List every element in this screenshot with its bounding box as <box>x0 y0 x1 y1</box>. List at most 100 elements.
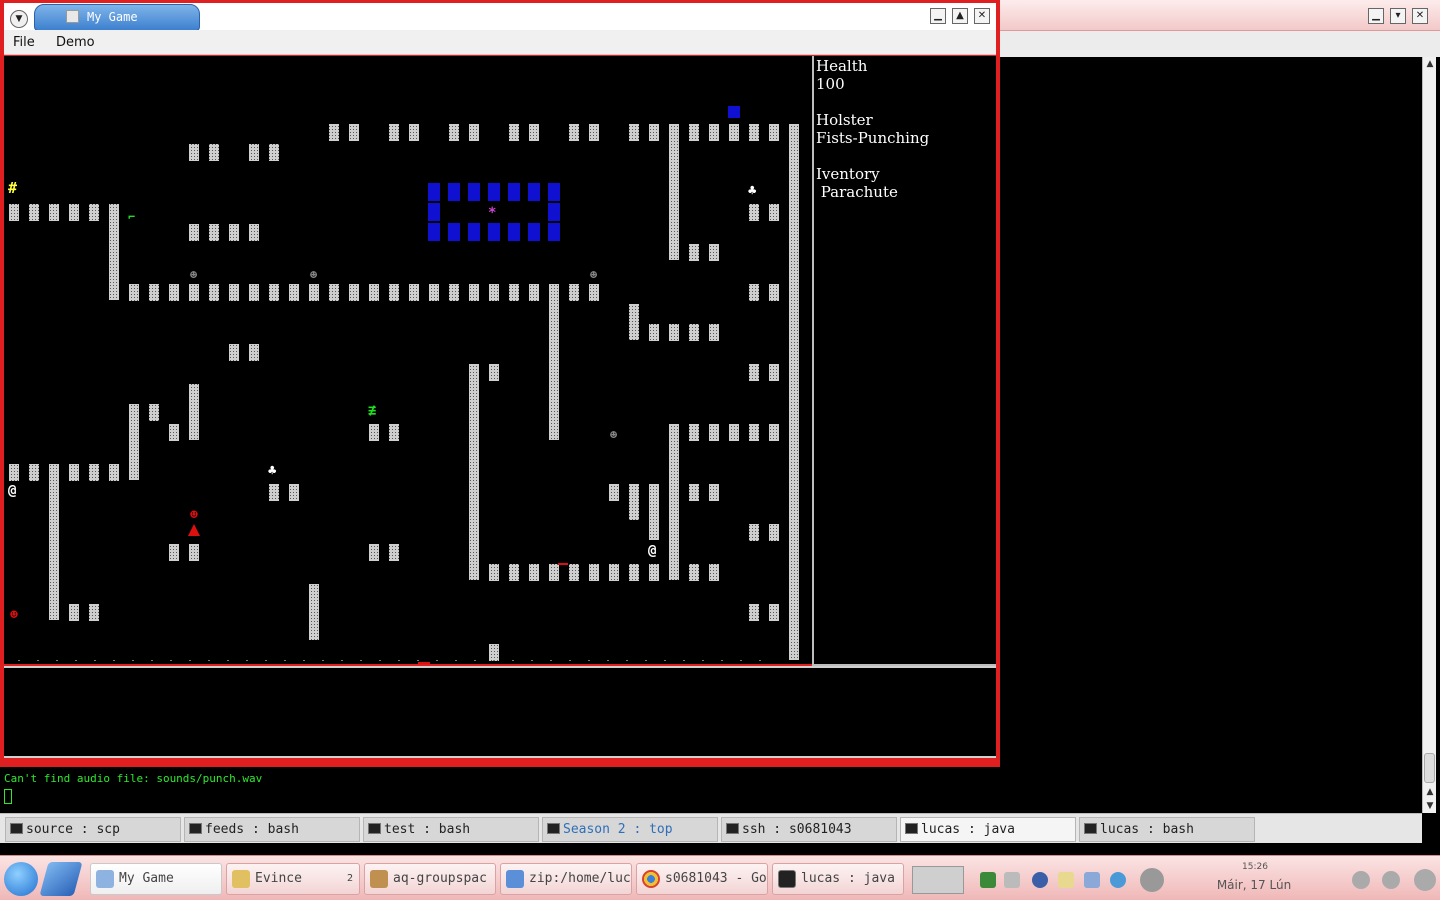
tab-lucas-bash[interactable]: lucas : bash <box>1079 817 1255 842</box>
wall-block <box>189 144 199 161</box>
player-glyph: @ <box>8 483 16 499</box>
inventory-item: Parachute <box>816 183 898 201</box>
health-label: Health <box>816 57 868 75</box>
task-label: lucas : java <box>801 871 895 886</box>
terminal-cursor <box>4 789 12 804</box>
holster-label: Holster <box>816 111 873 129</box>
wall-block <box>289 284 299 301</box>
play-icon[interactable] <box>1352 871 1370 889</box>
next-icon[interactable] <box>1382 871 1400 889</box>
wall-block <box>9 464 19 481</box>
scroll-down-icon[interactable]: ▼ <box>1423 799 1437 813</box>
document-viewer-icon <box>232 870 250 888</box>
task-lucas-java[interactable]: lucas : java <box>772 863 904 895</box>
floor-dot <box>208 660 210 661</box>
tab-feeds-bash[interactable]: feeds : bash <box>184 817 360 842</box>
wall-block <box>189 544 199 561</box>
wall-block <box>669 324 679 341</box>
window-menu-icon[interactable]: ▼ <box>10 10 28 28</box>
wall-block <box>149 284 159 301</box>
tab-label: lucas : bash <box>1100 822 1194 837</box>
java-app-icon <box>66 10 79 23</box>
wall-block <box>29 464 39 481</box>
scrollbar-thumb[interactable] <box>1424 753 1435 783</box>
wall-block <box>189 224 199 241</box>
menu-demo[interactable]: Demo <box>56 35 95 50</box>
network-icon[interactable] <box>1032 872 1048 888</box>
tab-test-bash[interactable]: test : bash <box>363 817 539 842</box>
task-zip-home[interactable]: zip:/home/luc <box>500 863 632 895</box>
wall-column <box>109 204 119 300</box>
task-browser[interactable]: s0681043 - Go <box>636 863 768 895</box>
wall-block <box>749 424 759 441</box>
info-icon[interactable] <box>1140 868 1164 892</box>
wall-block <box>609 484 619 501</box>
wall-block <box>589 284 599 301</box>
task-label: zip:/home/luc <box>529 871 631 886</box>
wall-block <box>709 564 719 581</box>
enemy-red-glyph: ☻ <box>190 508 198 523</box>
floor-dot <box>151 660 153 661</box>
game-maximize-button[interactable]: ▲ <box>952 8 968 24</box>
tray-app-icon[interactable] <box>980 872 996 888</box>
water-tile <box>468 183 480 201</box>
clipboard-icon[interactable] <box>1058 872 1074 888</box>
floor-dot <box>493 660 495 661</box>
notebook-icon[interactable] <box>39 862 83 896</box>
wall-block <box>249 224 259 241</box>
wall-block <box>769 204 779 221</box>
task-evince[interactable]: Evince 2 <box>226 863 360 895</box>
wall-block <box>389 124 399 141</box>
tab-source-scp[interactable]: source : scp <box>5 817 181 842</box>
wall-block <box>209 224 219 241</box>
water-tile <box>528 183 540 201</box>
tab-season-2-top[interactable]: Season 2 : top <box>542 817 718 842</box>
scroll-up-icon[interactable]: ▲ <box>1423 57 1437 71</box>
game-titlebar[interactable]: ▼ My Game ▁ ▲ ✕ <box>4 3 996 31</box>
task-my-game[interactable]: My Game <box>90 863 222 895</box>
wall-block <box>489 364 499 381</box>
floor-dot <box>132 660 134 661</box>
tab-lucas-java[interactable]: lucas : java <box>900 817 1076 842</box>
wall-column <box>49 464 59 620</box>
tab-ssh[interactable]: ssh : s0681043 <box>721 817 897 842</box>
shutdown-icon[interactable] <box>1414 869 1436 891</box>
water-tile <box>488 223 500 241</box>
enemy-face-glyph: ☻ <box>590 268 598 282</box>
exit-hash-glyph: # <box>8 179 17 197</box>
wall-block <box>229 344 239 361</box>
wall-block <box>389 284 399 301</box>
wall-block <box>649 324 659 341</box>
dropbox-icon[interactable] <box>1110 872 1126 888</box>
wall-block <box>69 604 79 621</box>
volume-icon[interactable] <box>1004 872 1020 888</box>
wall-block <box>369 284 379 301</box>
display-icon[interactable] <box>1084 872 1100 888</box>
wall-column <box>649 484 659 540</box>
terminal-scrollbar[interactable]: ▲ ▲ ▼ <box>1422 57 1436 813</box>
task-group-count: 2 <box>346 873 353 884</box>
task-aq-groupspace[interactable]: aq-groupspac <box>364 863 496 895</box>
terminal-maximize-button[interactable]: ▾ <box>1390 8 1406 24</box>
wall-column <box>789 124 799 660</box>
wall-block <box>209 284 219 301</box>
wall-block <box>149 404 159 421</box>
wall-block <box>769 284 779 301</box>
terminal-minimize-button[interactable]: ▁ <box>1368 8 1384 24</box>
game-close-button[interactable]: ✕ <box>974 8 990 24</box>
water-tile <box>548 203 560 221</box>
game-map[interactable]: # ⌐ ♣ ♣ ☻ ☻ ☻ ☻ ≢ @ @ ☻ ☻ * <box>4 56 812 664</box>
wall-block <box>769 364 779 381</box>
pager-icon[interactable] <box>912 866 964 894</box>
enemy-face-glyph: ☻ <box>310 268 318 282</box>
back-arrow-icon[interactable] <box>4 862 38 896</box>
terminal-icon <box>189 823 202 834</box>
menu-file[interactable]: File <box>13 35 35 50</box>
wall-block <box>709 244 719 261</box>
scroll-up-icon[interactable]: ▲ <box>1423 785 1437 799</box>
message-log <box>4 666 996 758</box>
wall-column <box>629 304 639 340</box>
game-minimize-button[interactable]: ▁ <box>930 8 946 24</box>
wall-column <box>549 284 559 440</box>
terminal-close-button[interactable]: ✕ <box>1412 8 1428 24</box>
